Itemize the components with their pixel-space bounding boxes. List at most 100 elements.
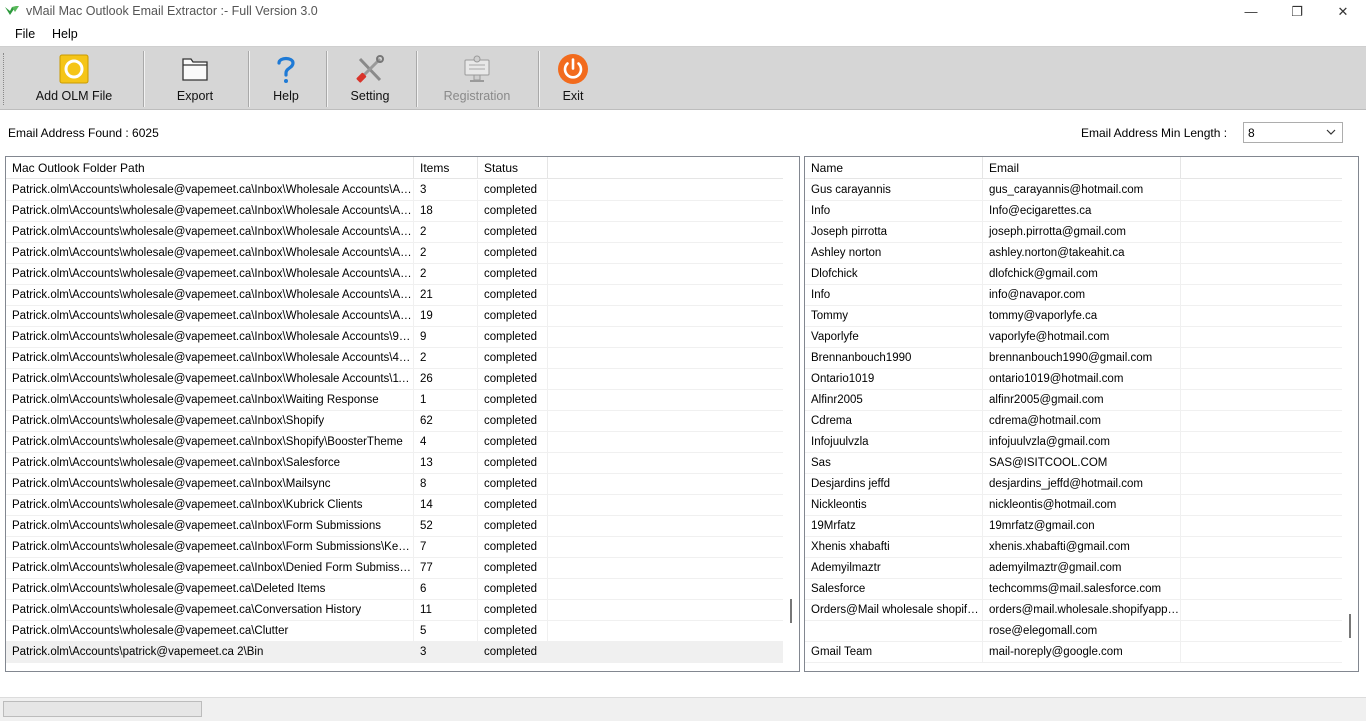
export-button[interactable]: Export xyxy=(160,47,230,109)
table-row[interactable]: Patrick.olm\Accounts\wholesale@vapemeet.… xyxy=(6,243,785,264)
table-row[interactable]: Desjardins jeffd desjardins_jeffd@hotmail… xyxy=(805,474,1342,495)
email-list-scrollbar[interactable] xyxy=(1342,157,1358,671)
table-row[interactable]: Brennanbouch1990 brennanbouch1990@gmail.c… xyxy=(805,348,1342,369)
table-row[interactable]: Patrick.olm\Accounts\wholesale@vapemeet.… xyxy=(6,432,785,453)
items-cell: 1 xyxy=(414,390,478,411)
email-cell: ontario1019@hotmail.com xyxy=(983,369,1181,390)
table-row[interactable]: Patrick.olm\Accounts\wholesale@vapemeet.… xyxy=(6,390,785,411)
items-cell: 52 xyxy=(414,516,478,537)
folder-list-scrollbar[interactable] xyxy=(783,157,799,671)
name-cell: Desjardins jeffd xyxy=(805,474,983,495)
table-row[interactable]: Patrick.olm\Accounts\wholesale@vapemeet.… xyxy=(6,558,785,579)
table-row[interactable]: Vaporlyfe vaporlyfe@hotmail.com xyxy=(805,327,1342,348)
table-row[interactable]: Ontario1019 ontario1019@hotmail.com xyxy=(805,369,1342,390)
close-button[interactable]: ✕ xyxy=(1320,0,1366,23)
table-row[interactable]: Patrick.olm\Accounts\wholesale@vapemeet.… xyxy=(6,180,785,201)
column-items[interactable]: Items xyxy=(414,157,478,179)
email-cell: xhenis.xhabafti@gmail.com xyxy=(983,537,1181,558)
table-row[interactable]: Ashley norton ashley.norton@takeahit.ca xyxy=(805,243,1342,264)
setting-label: Setting xyxy=(350,89,390,103)
table-row[interactable]: Joseph pirrotta joseph.pirrotta@gmail.com xyxy=(805,222,1342,243)
email-cell: brennanbouch1990@gmail.com xyxy=(983,348,1181,369)
table-row[interactable]: Patrick.olm\Accounts\patrick@vapemeet.ca… xyxy=(6,642,785,663)
folder-path-cell: Patrick.olm\Accounts\wholesale@vapemeet.… xyxy=(6,285,414,306)
toolbar-grip[interactable] xyxy=(3,53,6,105)
table-row[interactable]: Info Info@ecigarettes.ca xyxy=(805,201,1342,222)
folder-rows: Patrick.olm\Accounts\wholesale@vapemeet.… xyxy=(6,180,785,663)
table-row[interactable]: Patrick.olm\Accounts\wholesale@vapemeet.… xyxy=(6,264,785,285)
table-row[interactable]: Info info@navapor.com xyxy=(805,285,1342,306)
items-cell: 2 xyxy=(414,243,478,264)
email-list[interactable]: Name Email Gus carayannis gus_carayannis@… xyxy=(804,156,1359,672)
minimize-button[interactable]: — xyxy=(1228,0,1274,23)
chevron-down-icon xyxy=(1326,129,1336,135)
table-row[interactable]: 19Mrfatz 19mrfatz@gmail.con xyxy=(805,516,1342,537)
toolbar-separator xyxy=(416,51,417,107)
folder-path-cell: Patrick.olm\Accounts\wholesale@vapemeet.… xyxy=(6,621,414,642)
table-row[interactable]: Sas SAS@ISITCOOL.COM xyxy=(805,453,1342,474)
name-cell: 19Mrfatz xyxy=(805,516,983,537)
table-row[interactable]: Gmail Team mail-noreply@google.com xyxy=(805,642,1342,663)
table-row[interactable]: Cdrema cdrema@hotmail.com xyxy=(805,411,1342,432)
table-row[interactable]: rose@elegomall.com xyxy=(805,621,1342,642)
name-cell: Info xyxy=(805,201,983,222)
email-cell: cdrema@hotmail.com xyxy=(983,411,1181,432)
name-cell: Info xyxy=(805,285,983,306)
table-row[interactable]: Patrick.olm\Accounts\wholesale@vapemeet.… xyxy=(6,348,785,369)
help-button[interactable]: Help xyxy=(256,47,316,109)
table-row[interactable]: Alfinr2005 alfinr2005@gmail.com xyxy=(805,390,1342,411)
table-row[interactable]: Patrick.olm\Accounts\wholesale@vapemeet.… xyxy=(6,537,785,558)
table-row[interactable]: Orders@Mail wholesale shopifyapps orders@… xyxy=(805,600,1342,621)
items-cell: 21 xyxy=(414,285,478,306)
setting-button[interactable]: Setting xyxy=(335,47,405,109)
table-row[interactable]: Patrick.olm\Accounts\wholesale@vapemeet.… xyxy=(6,411,785,432)
menu-file[interactable]: File xyxy=(15,27,35,41)
table-row[interactable]: Patrick.olm\Accounts\wholesale@vapemeet.… xyxy=(6,621,785,642)
table-row[interactable]: Patrick.olm\Accounts\wholesale@vapemeet.… xyxy=(6,285,785,306)
table-row[interactable]: Patrick.olm\Accounts\wholesale@vapemeet.… xyxy=(6,600,785,621)
column-folder-path[interactable]: Mac Outlook Folder Path xyxy=(6,157,414,179)
folder-path-cell: Patrick.olm\Accounts\wholesale@vapemeet.… xyxy=(6,369,414,390)
table-row[interactable]: Infojuulvzla infojuulvzla@gmail.com xyxy=(805,432,1342,453)
items-cell: 3 xyxy=(414,642,478,663)
table-row[interactable]: Tommy tommy@vaporlyfe.ca xyxy=(805,306,1342,327)
column-name[interactable]: Name xyxy=(805,157,983,179)
table-row[interactable]: Patrick.olm\Accounts\wholesale@vapemeet.… xyxy=(6,516,785,537)
table-row[interactable]: Patrick.olm\Accounts\wholesale@vapemeet.… xyxy=(6,495,785,516)
menu-help[interactable]: Help xyxy=(52,27,78,41)
status-cell: completed xyxy=(478,642,548,663)
table-row[interactable]: Patrick.olm\Accounts\wholesale@vapemeet.… xyxy=(6,201,785,222)
registration-button[interactable]: Registration xyxy=(436,47,518,109)
table-row[interactable]: Nickleontis nickleontis@hotmail.com xyxy=(805,495,1342,516)
table-row[interactable]: Xhenis xhabafti xhenis.xhabafti@gmail.com xyxy=(805,537,1342,558)
table-row[interactable]: Patrick.olm\Accounts\wholesale@vapemeet.… xyxy=(6,453,785,474)
maximize-button[interactable]: ❐ xyxy=(1274,0,1320,23)
table-row[interactable]: Patrick.olm\Accounts\wholesale@vapemeet.… xyxy=(6,327,785,348)
table-row[interactable]: Patrick.olm\Accounts\wholesale@vapemeet.… xyxy=(6,306,785,327)
table-row[interactable]: Ademyilmaztr ademyilmaztr@gmail.com xyxy=(805,558,1342,579)
table-row[interactable]: Patrick.olm\Accounts\wholesale@vapemeet.… xyxy=(6,369,785,390)
min-length-select[interactable]: 8 xyxy=(1243,122,1343,143)
status-cell: completed xyxy=(478,432,548,453)
table-row[interactable]: Dlofchick dlofchick@gmail.com xyxy=(805,264,1342,285)
progress-bar xyxy=(3,701,202,717)
folder-list[interactable]: Mac Outlook Folder Path Items Status Pat… xyxy=(5,156,800,672)
items-cell: 14 xyxy=(414,495,478,516)
table-row[interactable]: Salesforce techcomms@mail.salesforce.com xyxy=(805,579,1342,600)
column-email[interactable]: Email xyxy=(983,157,1181,179)
column-status[interactable]: Status xyxy=(478,157,548,179)
scrollbar-thumb[interactable] xyxy=(790,599,792,623)
table-row[interactable]: Patrick.olm\Accounts\wholesale@vapemeet.… xyxy=(6,222,785,243)
status-cell: completed xyxy=(478,222,548,243)
window-title: vMail Mac Outlook Email Extractor :- Ful… xyxy=(26,4,318,18)
exit-button[interactable]: Exit xyxy=(546,47,600,109)
folder-path-cell: Patrick.olm\Accounts\wholesale@vapemeet.… xyxy=(6,579,414,600)
status-cell: completed xyxy=(478,558,548,579)
scrollbar-thumb[interactable] xyxy=(1349,614,1351,638)
table-row[interactable]: Gus carayannis gus_carayannis@hotmail.com xyxy=(805,180,1342,201)
table-row[interactable]: Patrick.olm\Accounts\wholesale@vapemeet.… xyxy=(6,474,785,495)
table-row[interactable]: Patrick.olm\Accounts\wholesale@vapemeet.… xyxy=(6,579,785,600)
add-olm-file-button[interactable]: Add OLM File xyxy=(28,47,120,109)
menu-bar: File Help xyxy=(0,24,1366,46)
name-cell: Infojuulvzla xyxy=(805,432,983,453)
